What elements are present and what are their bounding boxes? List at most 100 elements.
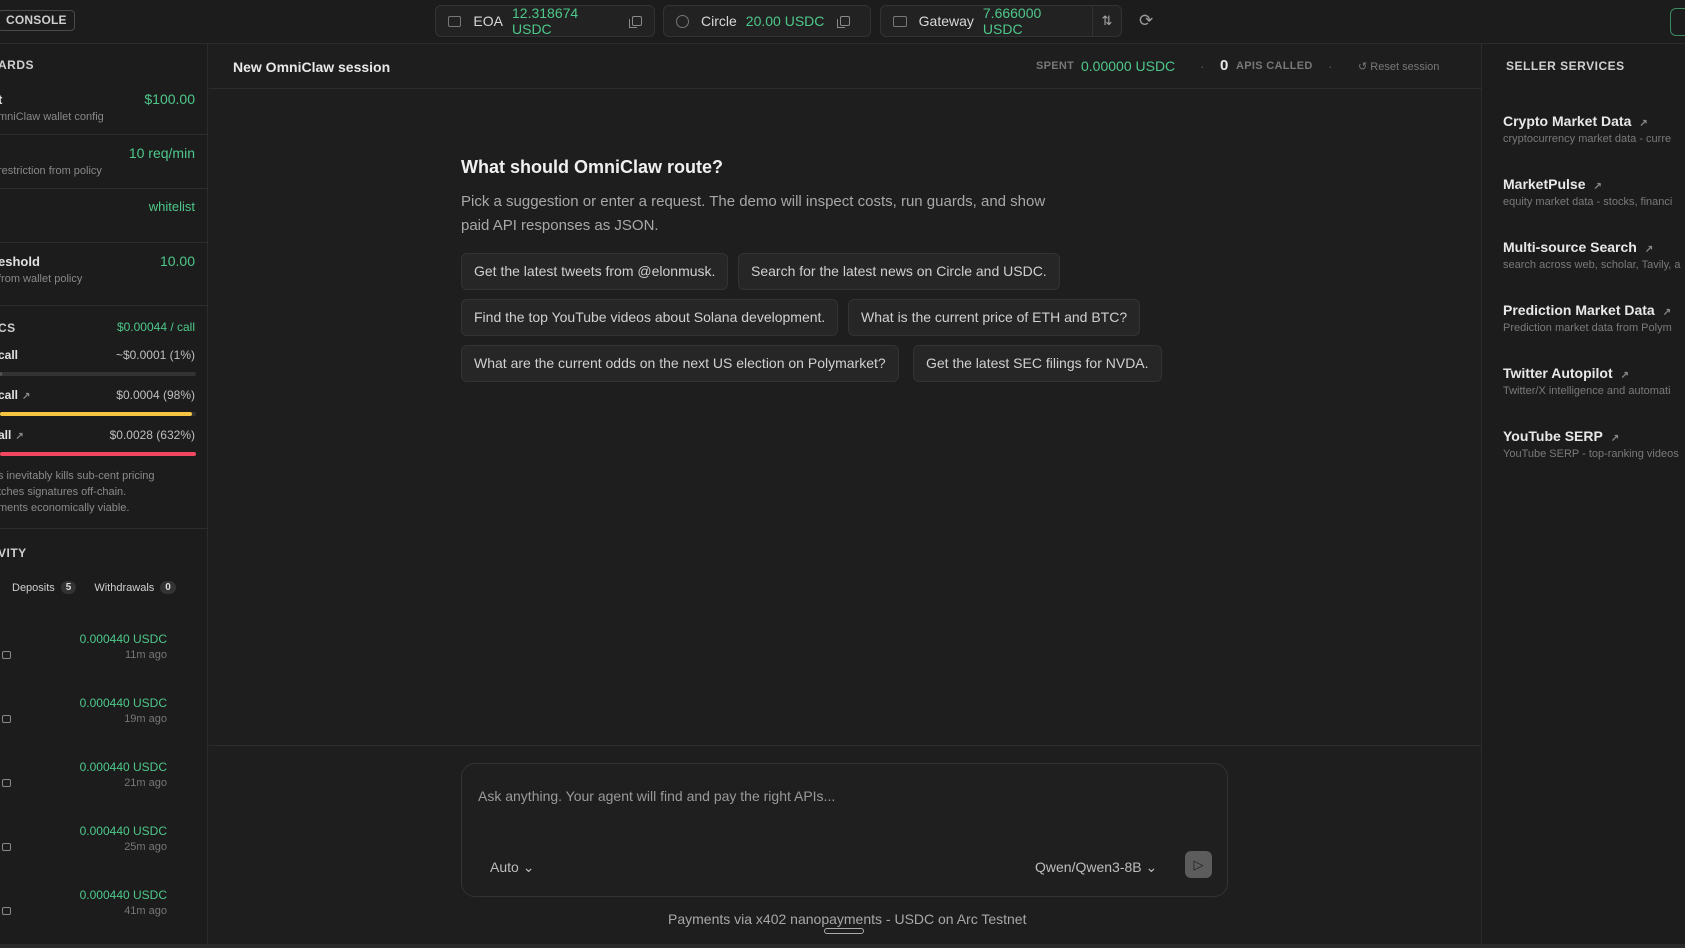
cost-bar-fill (0, 372, 2, 376)
wallet-balance: 20.00 USDC (745, 13, 825, 29)
prompt-title: What should OmniClaw route? (461, 157, 723, 177)
activity-time: 25m ago (124, 841, 167, 853)
suggestion-chip[interactable]: What are the current odds on the next US… (461, 345, 899, 382)
composer: Ask anything. Your agent will find and p… (461, 763, 1228, 897)
external-link-icon[interactable]: ↗ (22, 391, 30, 402)
activity-amount: 0.000440 USDC (79, 824, 167, 838)
service-description: search across web, scholar, Tavily, a (1503, 259, 1681, 271)
guard-title: t (0, 92, 2, 107)
reset-session-button[interactable]: ↺ Reset session (1358, 60, 1439, 73)
service-name: Prediction Market Data ↗ (1503, 302, 1672, 318)
copy-icon[interactable] (2, 779, 11, 787)
activity-amount: 0.000440 USDC (79, 888, 167, 902)
copy-icon[interactable] (2, 907, 11, 915)
connect-button[interactable] (1670, 8, 1685, 36)
cost-bar (0, 412, 196, 416)
service-name: YouTube SERP ↗ (1503, 428, 1620, 444)
note-line: tches signatures off-chain. (0, 486, 127, 498)
wallet-icon (448, 15, 462, 27)
guard-title: eshold (0, 254, 40, 269)
service-description: cryptocurrency market data - curre (1503, 133, 1672, 145)
tab-withdrawals[interactable]: Withdrawals 0 (94, 578, 176, 597)
wallet-label: Circle (701, 13, 737, 29)
external-link-icon[interactable]: ↗ (1611, 433, 1619, 444)
session-header: New OmniClaw session SPENT 0.00000 USDC … (209, 44, 1481, 89)
activity-tabs: Deposits 5 Withdrawals 0 (12, 578, 176, 597)
count-badge: 0 (160, 581, 176, 594)
service-description: equity market data - stocks, financi (1503, 196, 1673, 208)
suggestion-chip[interactable]: Get the latest SEC filings for NVDA. (913, 345, 1162, 382)
divider (0, 242, 207, 243)
separator-dot: · (1328, 58, 1333, 74)
service-description: YouTube SERP - top-ranking videos (1503, 448, 1679, 460)
seller-services-heading: SELLER SERVICES (1506, 59, 1625, 73)
separator-dot: · (1200, 58, 1205, 74)
note-line: ments economically viable. (0, 502, 130, 514)
left-panel: ARDS t mniClaw wallet config $100.00 res… (0, 44, 208, 948)
activity-heading: VITY (0, 546, 27, 560)
cost-value: ~$0.0001 (1%) (115, 348, 195, 362)
bottom-edge (0, 944, 1685, 948)
prompt-description: Pick a suggestion or enter a request. Th… (461, 193, 1046, 234)
mode-select[interactable]: Auto ⌄ (490, 859, 534, 876)
external-link-icon[interactable]: ↗ (1621, 370, 1629, 381)
copy-icon[interactable] (2, 651, 11, 659)
activity-time: 21m ago (124, 777, 167, 789)
scroll-indicator[interactable] (824, 928, 864, 934)
service-name: Twitter Autopilot ↗ (1503, 365, 1630, 381)
external-link-icon[interactable]: ↗ (1639, 118, 1647, 129)
divider (0, 134, 207, 135)
guard-value: 10.00 (159, 253, 195, 269)
send-button[interactable]: ▷ (1185, 851, 1212, 878)
console-badge[interactable]: CONSOLE (0, 10, 75, 31)
service-name: MarketPulse ↗ (1503, 176, 1602, 192)
copy-icon[interactable] (2, 843, 11, 851)
guard-value: $100.00 (144, 91, 195, 107)
external-link-icon[interactable]: ↗ (15, 431, 23, 442)
session-title: New OmniClaw session (233, 59, 391, 75)
main-area: New OmniClaw session SPENT 0.00000 USDC … (209, 44, 1481, 948)
economics-heading: CS (0, 321, 16, 335)
count-badge: 5 (60, 581, 77, 594)
economics-note: s inevitably kills sub-cent pricing tche… (0, 468, 155, 516)
wallet-gateway[interactable]: Gateway 7.666000 USDC ⇅ (880, 5, 1122, 37)
service-name: Crypto Market Data ↗ (1503, 113, 1648, 129)
suggestion-chip[interactable]: Search for the latest news on Circle and… (738, 253, 1060, 290)
wallet-balance: 12.318674 USDC (512, 5, 579, 37)
activity-time: 41m ago (124, 905, 167, 917)
activity-amount: 0.000440 USDC (79, 632, 167, 646)
service-name: Multi-source Search ↗ (1503, 239, 1654, 255)
copy-icon[interactable] (837, 16, 851, 28)
suggestion-chip[interactable]: What is the current price of ETH and BTC… (848, 299, 1141, 336)
circle-icon (676, 14, 689, 28)
swap-icon[interactable]: ⇅ (1091, 6, 1121, 36)
cost-label: call ↗ (0, 388, 31, 402)
divider (0, 188, 207, 189)
divider (209, 745, 1481, 746)
model-select[interactable]: Qwen/Qwen3-8B ⌄ (1035, 859, 1157, 876)
wallet-eoa[interactable]: EOA 12.318674 USDC (435, 5, 655, 37)
external-link-icon[interactable]: ↗ (1593, 181, 1601, 192)
copy-icon[interactable] (2, 715, 11, 723)
cost-bar (0, 372, 196, 376)
guard-sub: restriction from policy (0, 165, 102, 177)
message-input[interactable]: Ask anything. Your agent will find and p… (478, 788, 835, 804)
tab-deposits[interactable]: Deposits 5 (12, 578, 77, 597)
guard-sub: mniClaw wallet config (0, 111, 104, 123)
activity-amount: 0.000440 USDC (79, 760, 167, 774)
suggestion-chip[interactable]: Get the latest tweets from @elonmusk. (461, 253, 729, 290)
refresh-icon[interactable]: ⟳ (1139, 11, 1153, 31)
reset-icon: ↺ (1358, 61, 1371, 73)
service-description: Prediction market data from Polym (1503, 322, 1672, 334)
footer-note: Payments via x402 nanopayments - USDC on… (668, 911, 1027, 927)
external-link-icon[interactable]: ↗ (1663, 307, 1671, 318)
wallet-circle[interactable]: Circle 20.00 USDC (663, 5, 871, 37)
economics-value: $0.00044 / call (116, 320, 195, 334)
suggestion-chip[interactable]: Find the top YouTube videos about Solana… (461, 299, 839, 336)
external-link-icon[interactable]: ↗ (1645, 244, 1653, 255)
apis-count: 0 (1220, 57, 1229, 74)
activity-time: 19m ago (124, 713, 167, 725)
spent-label: SPENT (1036, 60, 1075, 72)
cost-value: $0.0004 (98%) (116, 388, 195, 402)
copy-icon[interactable] (629, 16, 642, 28)
